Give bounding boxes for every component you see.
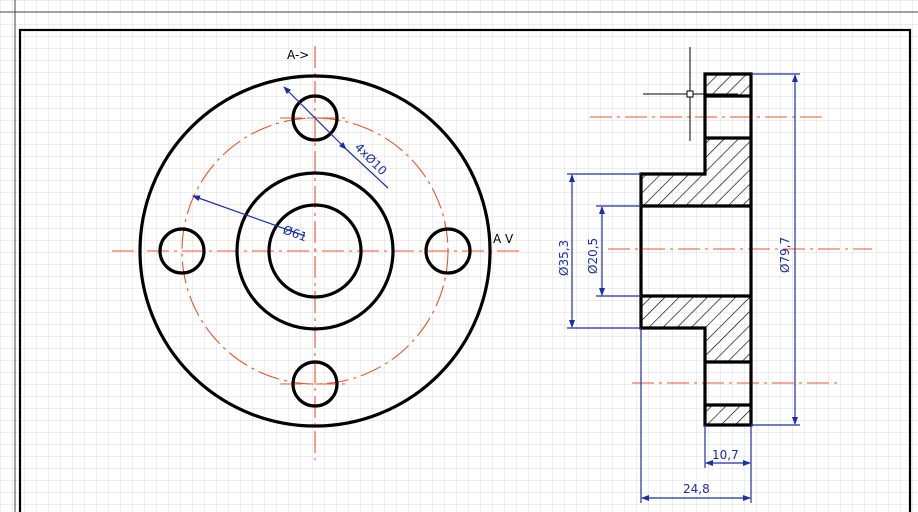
section-label-right: A V	[493, 232, 514, 246]
hub-lower-hatch	[641, 296, 751, 328]
length-dimension-text: 24,8	[683, 482, 710, 496]
hub-dimension-text: Ø35,3	[557, 240, 571, 276]
outer-dimension-text: Ø79,7	[778, 237, 792, 273]
flange-upper-hatch	[705, 138, 751, 174]
bore-dimension-text: Ø20,5	[586, 238, 600, 274]
cad-drawing-canvas[interactable]: 4xØ10 Ø61 A-> A V Ø35,3 Ø20,5 Ø79,7 10,7…	[0, 0, 918, 512]
flange-lower-hatch	[705, 328, 751, 362]
hub-upper-hatch	[641, 174, 751, 206]
flange-top-hatch	[705, 74, 751, 96]
flange-bottom-hatch	[705, 405, 751, 425]
thickness-dimension-text: 10,7	[712, 448, 739, 462]
section-label-top: A->	[287, 48, 309, 62]
